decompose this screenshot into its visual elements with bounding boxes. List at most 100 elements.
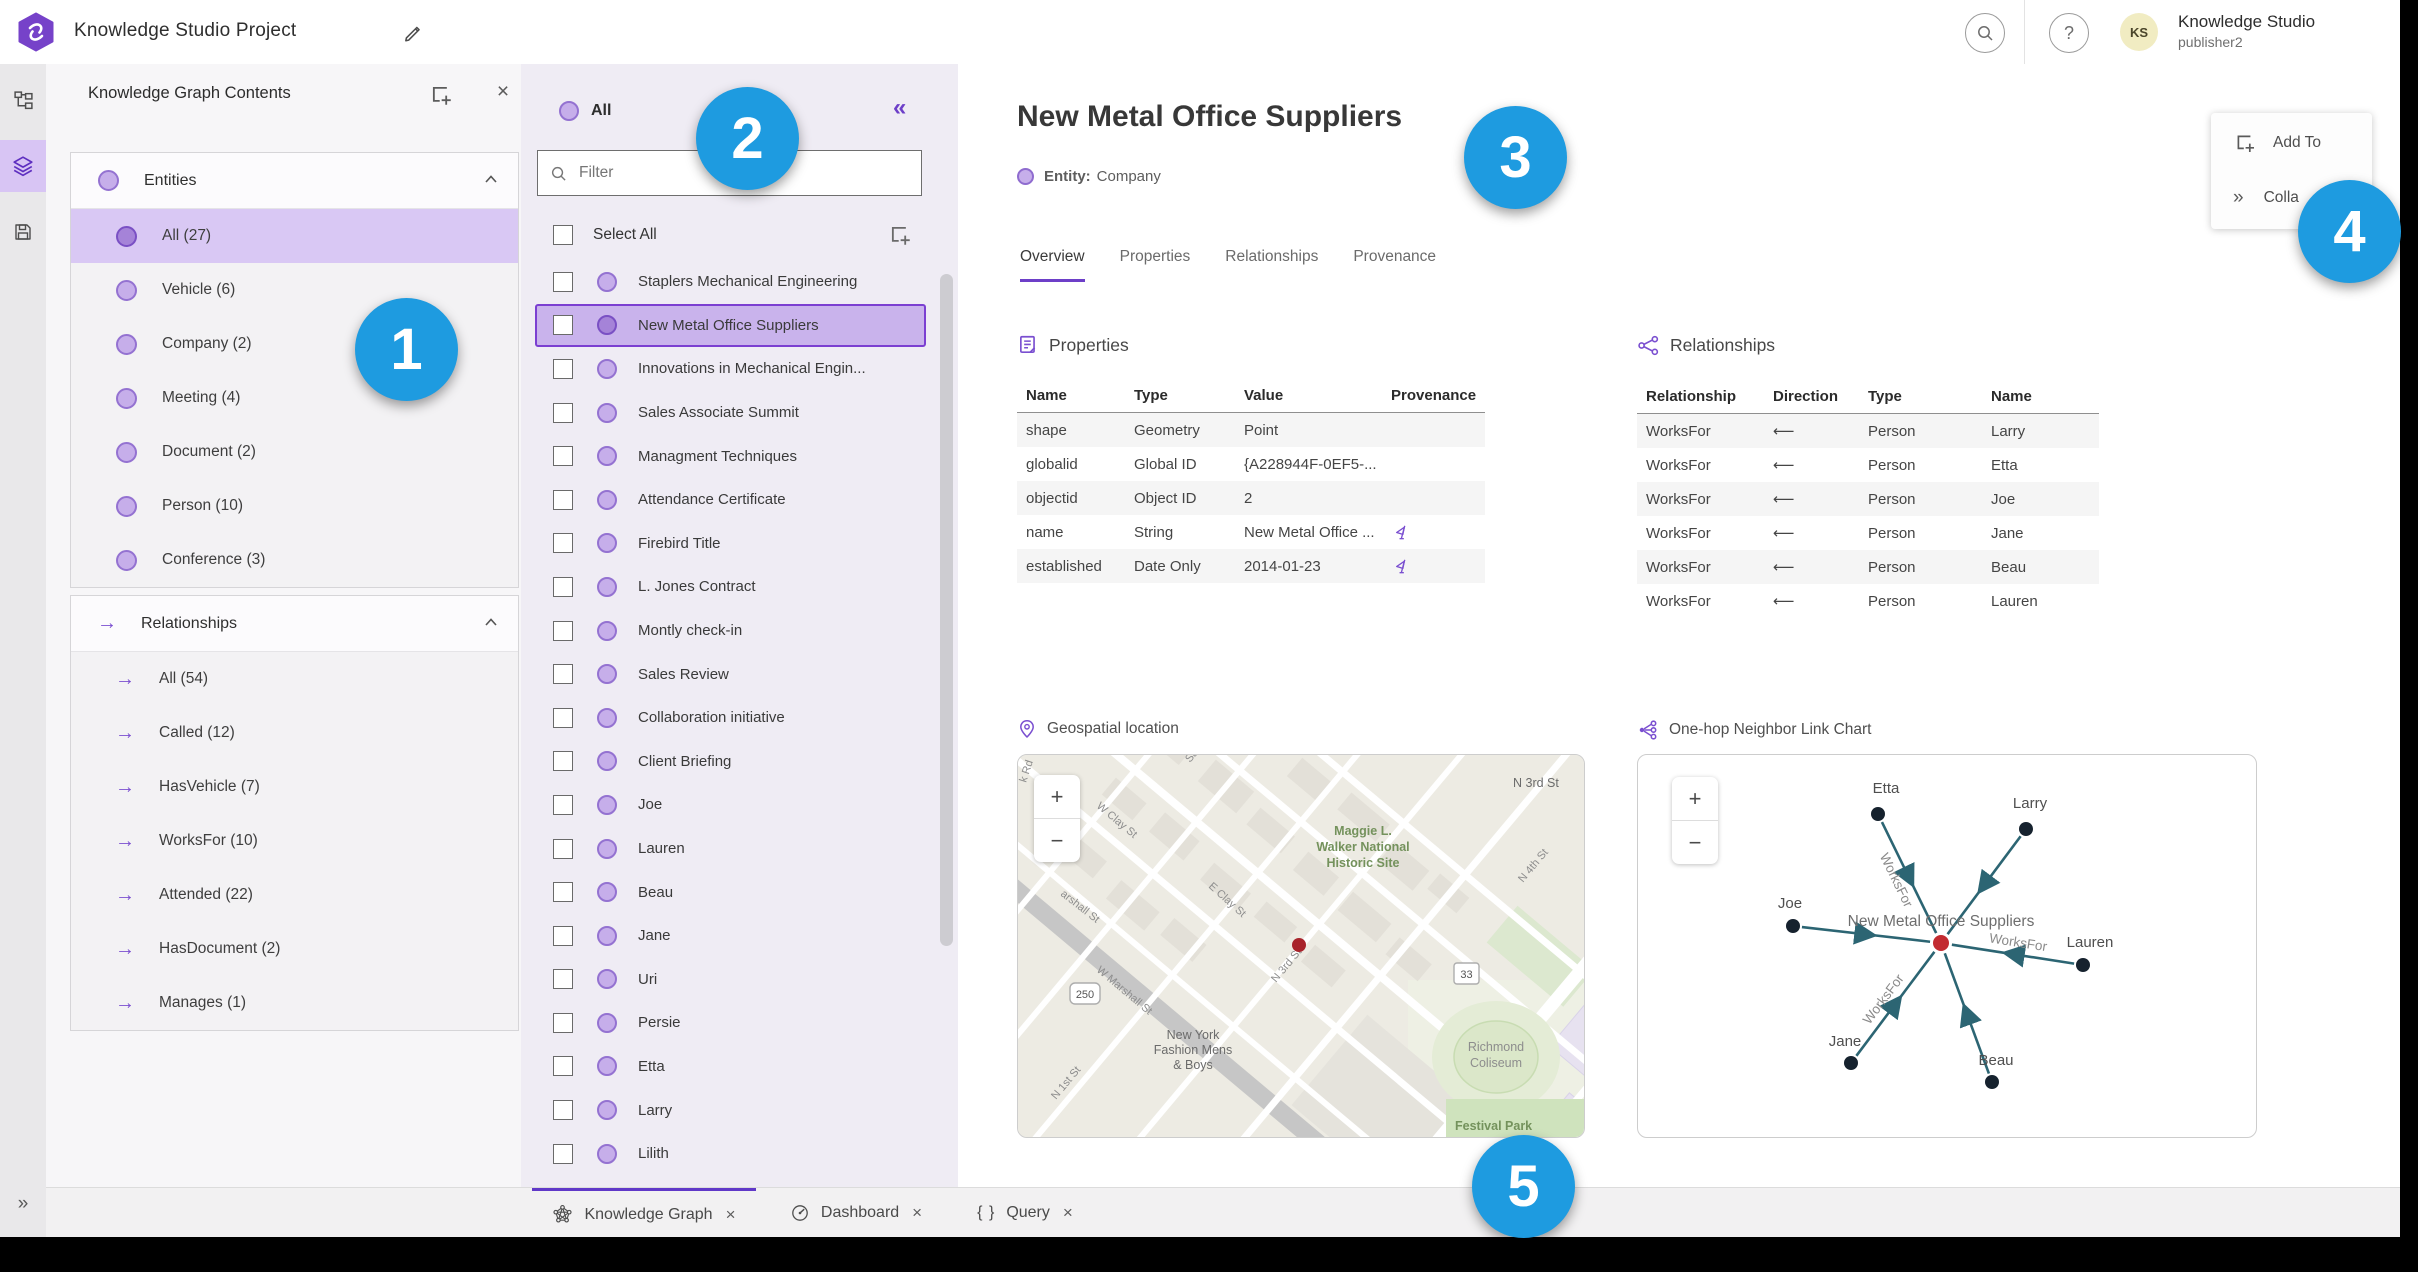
item-checkbox[interactable] [553, 271, 573, 292]
item-checkbox[interactable] [553, 1012, 573, 1033]
link-chart-node[interactable] [2019, 822, 2033, 836]
provenance-flag-icon[interactable] [1382, 523, 1485, 542]
detail-tab[interactable]: Relationships [1225, 248, 1318, 282]
expand-rail-button[interactable]: » [0, 1184, 46, 1224]
zoom-out-button[interactable]: − [1672, 821, 1718, 864]
relationship-type-item[interactable]: → Attended (22) [71, 868, 518, 922]
close-tab-icon[interactable]: × [726, 1205, 736, 1225]
entity-type-item[interactable]: Document (2) [71, 425, 518, 479]
item-checkbox[interactable] [553, 489, 573, 510]
related-entity-link[interactable]: Beau [1982, 559, 2099, 576]
select-all-checkbox[interactable] [553, 225, 573, 245]
close-tab-icon[interactable]: × [912, 1203, 922, 1223]
list-item[interactable]: Attendance Certificate [535, 478, 926, 522]
related-entity-link[interactable]: Joe [1982, 491, 2099, 508]
item-checkbox[interactable] [553, 533, 573, 554]
tab-knowledge-graph[interactable]: Knowledge Graph × [532, 1188, 756, 1237]
edit-title-pencil-icon[interactable] [402, 22, 424, 44]
item-checkbox[interactable] [553, 664, 573, 685]
item-checkbox[interactable] [553, 402, 573, 423]
search-button[interactable] [1965, 13, 2005, 53]
list-item[interactable]: Jane [535, 914, 926, 958]
list-item[interactable]: Sales Review [535, 652, 926, 696]
link-chart-node[interactable] [1844, 1056, 1858, 1070]
item-checkbox[interactable] [553, 446, 573, 467]
relationship-type-item[interactable]: → All (54) [71, 652, 518, 706]
add-to-menu-item[interactable]: Add To [2233, 131, 2321, 155]
entity-type-item[interactable]: Vehicle (6) [71, 263, 518, 317]
relationship-type-item[interactable]: → WorksFor (10) [71, 814, 518, 868]
list-item[interactable]: Lauren [535, 827, 926, 871]
chevron-up-icon[interactable] [484, 174, 498, 184]
save-rail-button[interactable] [0, 206, 46, 258]
one-hop-link-chart[interactable]: WorksFor WorksFor WorksFor Etta Larry Joe Laur… [1637, 754, 2257, 1138]
list-item[interactable]: Uri [535, 958, 926, 1002]
detail-tab[interactable]: Overview [1020, 248, 1085, 282]
entity-type-item[interactable]: Person (10) [71, 479, 518, 533]
relationship-link[interactable]: WorksFor [1637, 491, 1764, 508]
chevron-up-icon[interactable] [484, 617, 498, 627]
entity-type-item[interactable]: All (27) [71, 209, 518, 263]
close-tab-icon[interactable]: × [1063, 1203, 1073, 1223]
help-button[interactable]: ? [2049, 13, 2089, 53]
collapse-menu-item[interactable]: » Colla [2233, 187, 2299, 209]
list-item[interactable]: Etta [535, 1045, 926, 1089]
zoom-in-button[interactable]: + [1672, 777, 1718, 821]
list-item[interactable]: Lilith [535, 1132, 926, 1176]
item-checkbox[interactable] [553, 969, 573, 990]
provenance-flag-icon[interactable] [1382, 557, 1485, 576]
zoom-out-button[interactable]: − [1034, 819, 1080, 862]
relationship-type-item[interactable]: → HasDocument (2) [71, 922, 518, 976]
list-item[interactable]: L. Jones Contract [535, 565, 926, 609]
detail-tab[interactable]: Provenance [1353, 248, 1436, 282]
item-checkbox[interactable] [553, 1056, 573, 1077]
item-checkbox[interactable] [553, 358, 573, 379]
close-panel-icon[interactable]: × [490, 80, 516, 104]
relationship-type-item[interactable]: → Called (12) [71, 706, 518, 760]
relationship-type-item[interactable]: → HasVehicle (7) [71, 760, 518, 814]
list-item[interactable]: Montly check-in [535, 609, 926, 653]
detail-tab[interactable]: Properties [1120, 248, 1191, 282]
scrollbar-thumb[interactable] [940, 274, 953, 946]
geospatial-map[interactable]: k Rd W Clay St Sa... N 3rd St Maggie L. … [1017, 754, 1585, 1138]
list-item[interactable]: Persie [535, 1001, 926, 1045]
relationship-type-item[interactable]: → Manages (1) [71, 976, 518, 1030]
list-item[interactable]: Beau [535, 870, 926, 914]
item-checkbox[interactable] [553, 707, 573, 728]
item-checkbox[interactable] [553, 620, 573, 641]
related-entity-link[interactable]: Larry [1982, 423, 2099, 440]
link-chart-node[interactable] [1786, 919, 1800, 933]
list-item[interactable]: Managment Techniques [535, 434, 926, 478]
list-item[interactable]: Joe [535, 783, 926, 827]
tab-dashboard[interactable]: Dashboard × [770, 1188, 942, 1237]
list-item[interactable]: Innovations in Mechanical Engin... [535, 347, 926, 391]
list-item[interactable]: New Metal Office Suppliers [535, 303, 926, 348]
link-chart-node[interactable] [1871, 807, 1885, 821]
list-item[interactable]: Client Briefing [535, 740, 926, 784]
relationship-link[interactable]: WorksFor [1637, 525, 1764, 542]
item-checkbox[interactable] [553, 315, 573, 336]
entity-type-item[interactable]: Meeting (4) [71, 371, 518, 425]
add-to-icon[interactable] [887, 222, 913, 248]
list-item[interactable]: Collaboration initiative [535, 696, 926, 740]
related-entity-link[interactable]: Etta [1982, 457, 2099, 474]
relationship-link[interactable]: WorksFor [1637, 457, 1764, 474]
link-chart-node[interactable] [1985, 1075, 1999, 1089]
list-item[interactable]: Sales Associate Summit [535, 391, 926, 435]
user-block[interactable]: Knowledge Studio publisher2 [2178, 12, 2315, 52]
item-checkbox[interactable] [553, 794, 573, 815]
list-item[interactable]: Staplers Mechanical Engineering [535, 260, 926, 304]
item-checkbox[interactable] [553, 1100, 573, 1121]
data-model-rail-button[interactable] [0, 74, 46, 126]
item-checkbox[interactable] [553, 751, 573, 772]
related-entity-link[interactable]: Lauren [1982, 593, 2099, 610]
relationship-link[interactable]: WorksFor [1637, 593, 1764, 610]
relationships-section-header[interactable]: → Relationships [71, 596, 518, 652]
entity-type-item[interactable]: Conference (3) [71, 533, 518, 587]
avatar[interactable]: KS [2120, 13, 2158, 51]
layers-rail-button[interactable] [0, 140, 46, 192]
item-checkbox[interactable] [553, 838, 573, 859]
link-chart-center-node[interactable] [1933, 935, 1949, 951]
item-checkbox[interactable] [553, 925, 573, 946]
relationship-link[interactable]: WorksFor [1637, 559, 1764, 576]
